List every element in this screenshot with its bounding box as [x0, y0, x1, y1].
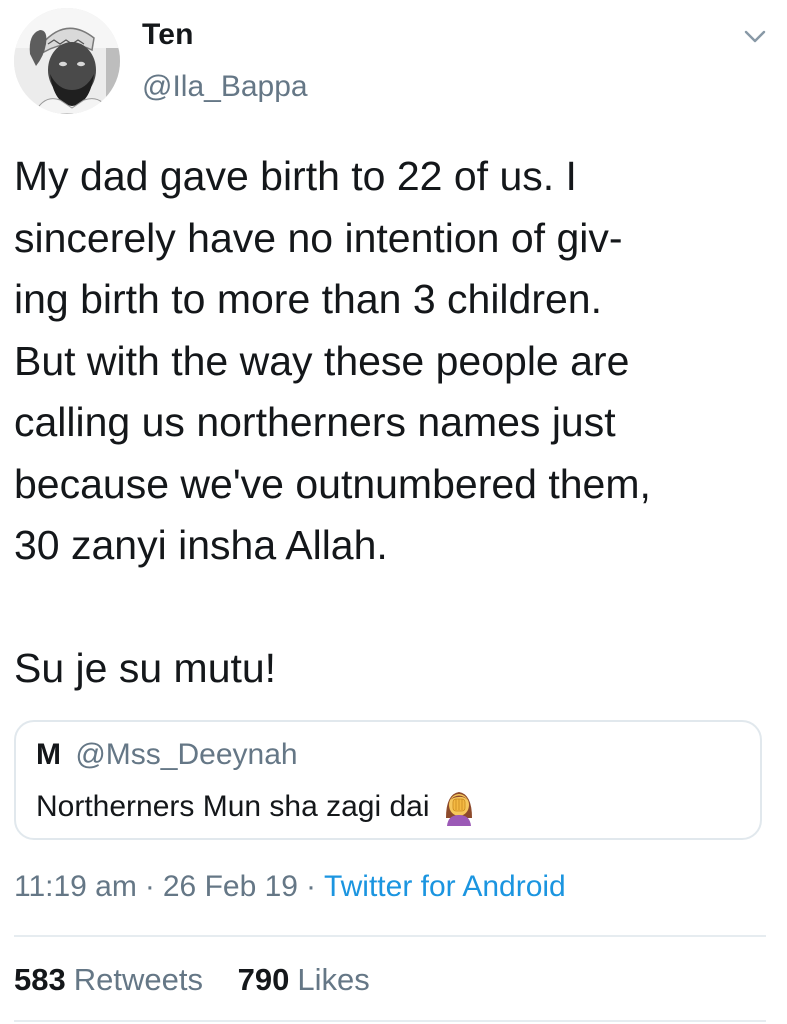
tweet-paragraph: Su je su mutu! — [14, 644, 277, 691]
quoted-text-row: Northerners Mun sha zagi dai — [36, 788, 476, 826]
quoted-author-handle: @Mss_Deeynah — [75, 738, 298, 771]
likes-count: 790 — [237, 962, 290, 997]
tweet-meta: 11:19 am · 26 Feb 19 · Twitter for Android — [14, 870, 566, 904]
quoted-tweet[interactable]: M @Mss_Deeynah Northerners Mun sha zagi … — [14, 720, 762, 840]
quoted-author: M @Mss_Deeynah — [36, 738, 298, 772]
quoted-text: Northerners Mun sha zagi dai — [36, 790, 430, 823]
retweets-label: Retweets — [73, 962, 203, 997]
chevron-down-icon — [744, 30, 766, 43]
retweets-stat[interactable]: 583 Retweets — [14, 962, 212, 997]
tweet-date[interactable]: 26 Feb 19 — [163, 870, 298, 903]
profile-photo-icon — [14, 8, 120, 114]
likes-label: Likes — [297, 962, 370, 997]
avatar[interactable] — [14, 8, 120, 114]
meta-separator: · — [305, 870, 316, 903]
tweet-time[interactable]: 11:19 am — [14, 870, 137, 903]
tweet-source-link[interactable]: Twitter for Android — [324, 870, 566, 903]
likes-stat[interactable]: 790 Likes — [238, 962, 370, 997]
tweet-stats: 583 Retweets 790 Likes — [14, 962, 370, 998]
tweet-menu-button[interactable] — [738, 22, 772, 52]
divider — [14, 935, 766, 937]
tweet-text: My dad gave birth to 22 of us. I sincere… — [14, 146, 784, 699]
facepalm-emoji-icon — [442, 788, 476, 826]
tweet-paragraph: My dad gave birth to 22 of us. I sincere… — [14, 153, 651, 568]
author-handle[interactable]: @Ila_Bappa — [142, 70, 308, 104]
divider — [14, 1020, 766, 1022]
retweets-count: 583 — [14, 962, 66, 997]
meta-separator: · — [144, 870, 155, 903]
quoted-author-name: M — [36, 738, 61, 771]
author-name[interactable]: Ten — [142, 18, 194, 52]
